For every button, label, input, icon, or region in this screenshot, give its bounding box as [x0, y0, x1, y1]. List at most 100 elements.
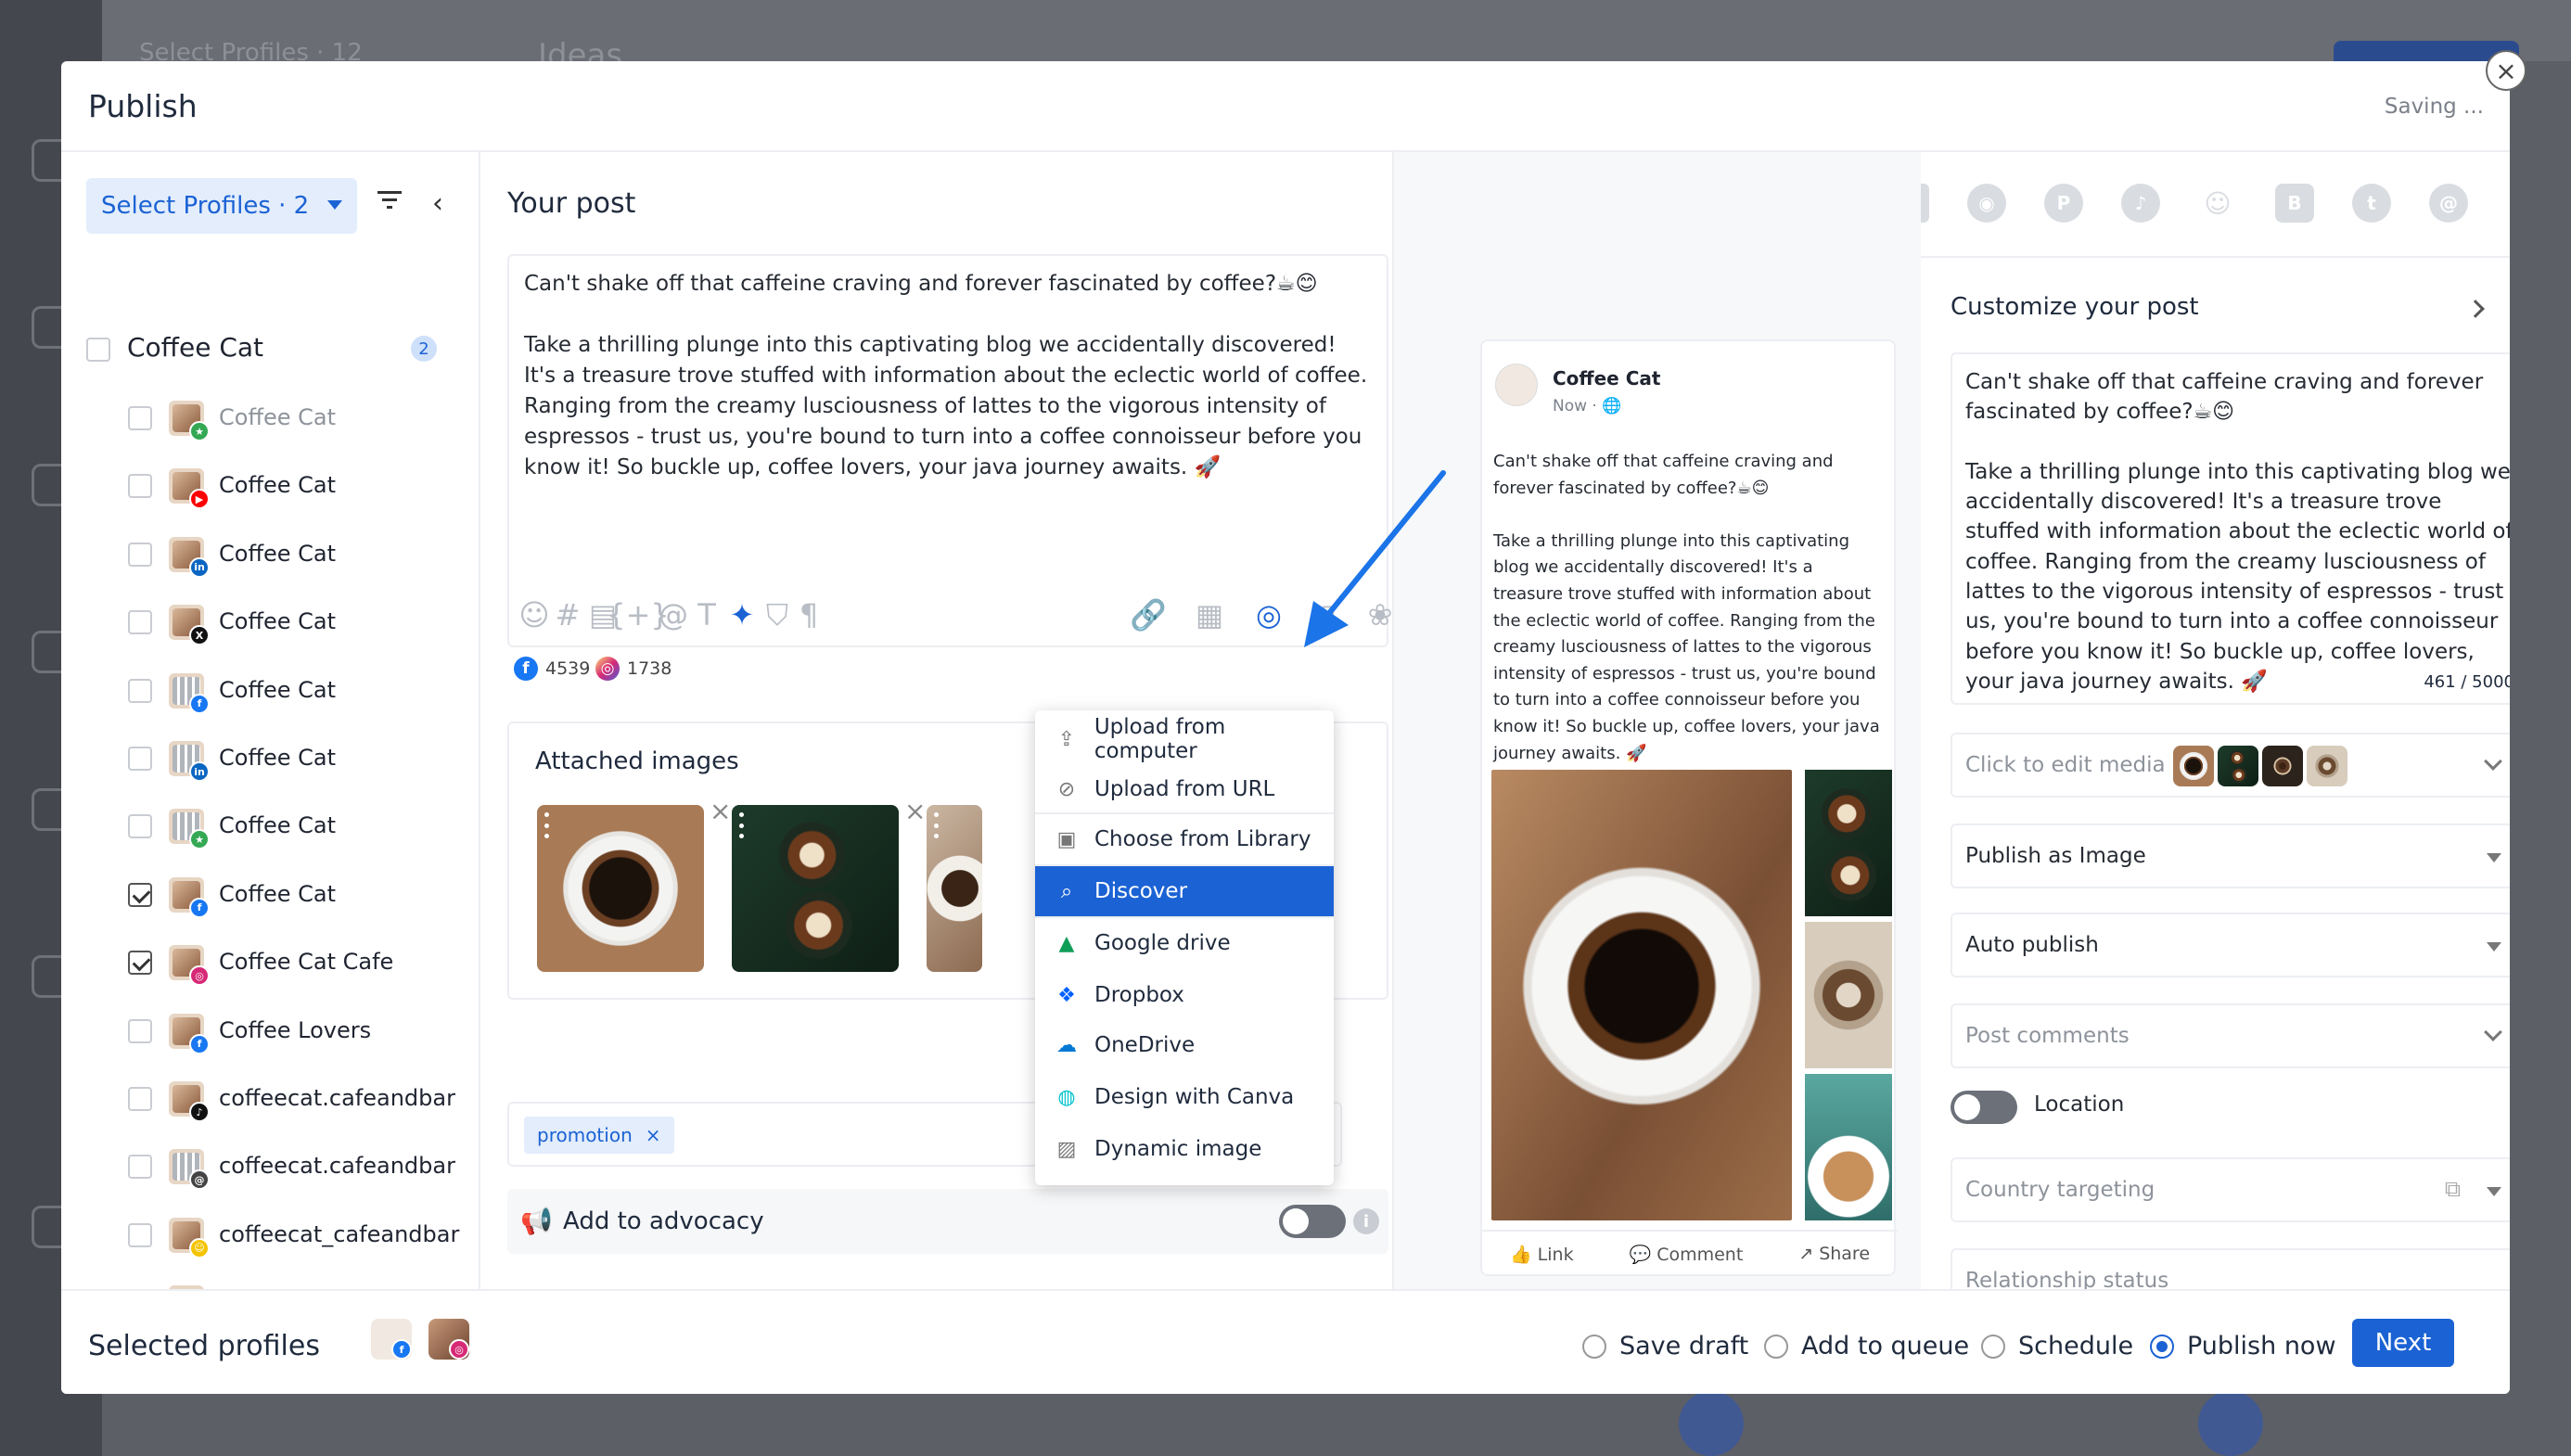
- attached-image[interactable]: [537, 805, 704, 972]
- hashtag-icon[interactable]: #: [552, 597, 583, 632]
- advocacy-toggle[interactable]: [1279, 1205, 1346, 1238]
- profile-item[interactable]: ★ Coffee Cat: [128, 401, 471, 441]
- publish-as-select[interactable]: Publish as Image: [1951, 824, 2510, 888]
- custom-post-editor[interactable]: Can't shake off that caffeine craving an…: [1951, 352, 2510, 705]
- emoji-icon[interactable]: ☺: [518, 597, 550, 632]
- menu-item-dynamic-image[interactable]: ▨ Dynamic image: [1035, 1124, 1334, 1174]
- profile-checkbox[interactable]: [128, 1222, 152, 1247]
- pinterest-tab-icon[interactable]: P: [2044, 184, 2083, 223]
- profile-checkbox[interactable]: [128, 951, 152, 976]
- avatar[interactable]: f: [371, 1319, 412, 1360]
- avatar[interactable]: ◎: [428, 1319, 469, 1360]
- attached-image[interactable]: [732, 805, 899, 972]
- menu-item-dropbox[interactable]: ❖ Dropbox: [1035, 970, 1334, 1020]
- menu-item-choose-from-library[interactable]: ▣ Choose from Library: [1035, 814, 1334, 864]
- snapchat-tab-icon[interactable]: ☺: [2198, 184, 2237, 223]
- reddit-tab-icon[interactable]: ◉: [1967, 184, 2006, 223]
- ai-magic-icon[interactable]: ✦: [726, 597, 758, 632]
- profile-checkbox[interactable]: [128, 1018, 152, 1043]
- remove-tag-icon[interactable]: ×: [646, 1124, 661, 1146]
- menu-divider: [1035, 812, 1334, 814]
- radio-button[interactable]: [2150, 1334, 2174, 1359]
- menu-item-upload-from-computer[interactable]: ⇪ Upload from computer: [1035, 714, 1334, 764]
- avatar: ◎: [169, 945, 210, 987]
- profile-item[interactable]: ★ Coffee Cat: [128, 809, 471, 850]
- profile-item[interactable]: @ coffeecat.cafeandbar: [128, 1149, 471, 1191]
- post-comments-field[interactable]: Post comments: [1951, 1003, 2510, 1068]
- group-checkbox[interactable]: [86, 338, 110, 362]
- country-targeting-select[interactable]: Country targeting ⧉: [1951, 1157, 2510, 1222]
- profile-item[interactable]: in Coffee Cat: [128, 741, 471, 782]
- custom-post-text[interactable]: Can't shake off that caffeine craving an…: [1965, 367, 2510, 696]
- radio-button[interactable]: [1582, 1334, 1606, 1359]
- info-icon[interactable]: i: [1353, 1208, 1379, 1234]
- close-modal-button[interactable]: ×: [2486, 50, 2526, 91]
- profile-item[interactable]: X Coffee Cat: [128, 605, 471, 646]
- add-to-queue-option[interactable]: Add to queue: [1764, 1332, 1969, 1360]
- profile-checkbox[interactable]: [128, 1155, 152, 1180]
- camera-icon[interactable]: ◎: [1253, 597, 1285, 632]
- filter-icon[interactable]: [377, 189, 402, 211]
- profile-item[interactable]: ▶ Coffee Cat: [128, 468, 471, 510]
- post-text[interactable]: Can't shake off that caffeine craving an…: [524, 269, 1368, 483]
- profile-checkbox[interactable]: [128, 747, 152, 771]
- text-format-icon[interactable]: T: [691, 597, 723, 632]
- remove-image-icon[interactable]: ×: [904, 796, 926, 826]
- profile-checkbox[interactable]: [128, 814, 152, 839]
- profile-item[interactable]: in Coffee Cat: [128, 536, 471, 578]
- profile-checkbox[interactable]: [128, 474, 152, 499]
- remove-image-icon[interactable]: ×: [710, 796, 731, 826]
- chevron-down-icon[interactable]: [2484, 752, 2502, 771]
- threads-tab-icon[interactable]: @: [2429, 184, 2468, 223]
- profile-checkbox[interactable]: [128, 406, 152, 430]
- google-business-icon: ★: [189, 829, 210, 850]
- kebab-menu-icon[interactable]: [739, 812, 745, 838]
- profile-checkbox[interactable]: [128, 542, 152, 567]
- profile-item[interactable]: ◎ Coffee Cat Cafe: [128, 945, 471, 987]
- auto-publish-select[interactable]: Auto publish: [1951, 913, 2510, 977]
- mention-icon[interactable]: @: [658, 597, 689, 632]
- menu-item-design-with-canva[interactable]: ◍ Design with Canva: [1035, 1072, 1334, 1122]
- google-drive-icon: ▲: [1058, 931, 1075, 955]
- chevron-left-icon[interactable]: ‹: [432, 187, 443, 220]
- radio-button[interactable]: [1764, 1334, 1788, 1359]
- profile-group[interactable]: Coffee Cat 2: [86, 332, 501, 369]
- menu-item-onedrive[interactable]: ☁ OneDrive: [1035, 1020, 1334, 1070]
- copy-icon[interactable]: ⧉: [2445, 1176, 2461, 1202]
- tumblr-tab-icon[interactable]: t: [2352, 184, 2391, 223]
- variable-icon[interactable]: {+}: [607, 597, 670, 632]
- blog-tab-icon[interactable]: B: [2275, 184, 2314, 223]
- paragraph-icon[interactable]: ¶: [793, 597, 825, 632]
- kebab-menu-icon[interactable]: [934, 812, 940, 838]
- menu-item-upload-from-url[interactable]: ⊘ Upload from URL: [1035, 764, 1334, 814]
- publish-now-option[interactable]: Publish now: [2150, 1332, 2336, 1360]
- profile-item[interactable]: ☺ coffeecat_cafeandbar: [128, 1217, 471, 1258]
- menu-item-google-drive[interactable]: ▲ Google drive: [1035, 918, 1334, 968]
- post-editor[interactable]: Can't shake off that caffeine craving an…: [507, 254, 1392, 647]
- profile-checkbox[interactable]: [128, 610, 152, 635]
- profile-item[interactable]: f Coffee Lovers: [128, 1013, 471, 1054]
- kebab-menu-icon[interactable]: [544, 812, 550, 838]
- profile-checkbox[interactable]: [128, 678, 152, 703]
- location-toggle[interactable]: [1951, 1091, 2017, 1124]
- edit-media-field[interactable]: Click to edit media: [1951, 733, 2510, 798]
- attached-image[interactable]: [927, 805, 982, 972]
- save-draft-option[interactable]: Save draft: [1582, 1332, 1748, 1360]
- radio-button[interactable]: [1981, 1334, 2005, 1359]
- chevron-right-icon[interactable]: [2466, 300, 2485, 318]
- menu-item-discover[interactable]: ⌕ Discover: [1035, 866, 1334, 916]
- link-icon[interactable]: 🔗: [1130, 597, 1167, 632]
- profile-checkbox[interactable]: [128, 882, 152, 907]
- profile-item[interactable]: f Coffee Cat: [128, 876, 471, 918]
- profile-item[interactable]: f Coffee Cat: [128, 672, 471, 714]
- dynamic-image-icon: ▨: [1056, 1137, 1077, 1161]
- shield-icon[interactable]: ⛉: [761, 597, 793, 632]
- select-profiles-dropdown[interactable]: Select Profiles · 2: [86, 178, 357, 234]
- profile-checkbox[interactable]: [128, 1087, 152, 1111]
- avatar: ▶: [169, 468, 210, 510]
- profile-item[interactable]: ♪ coffeecat.cafeandbar: [128, 1081, 471, 1122]
- video-icon[interactable]: ▦: [1194, 597, 1225, 632]
- next-button[interactable]: Next: [2352, 1319, 2454, 1367]
- tiktok-tab-icon[interactable]: ♪: [2121, 184, 2160, 223]
- schedule-option[interactable]: Schedule: [1981, 1332, 2133, 1360]
